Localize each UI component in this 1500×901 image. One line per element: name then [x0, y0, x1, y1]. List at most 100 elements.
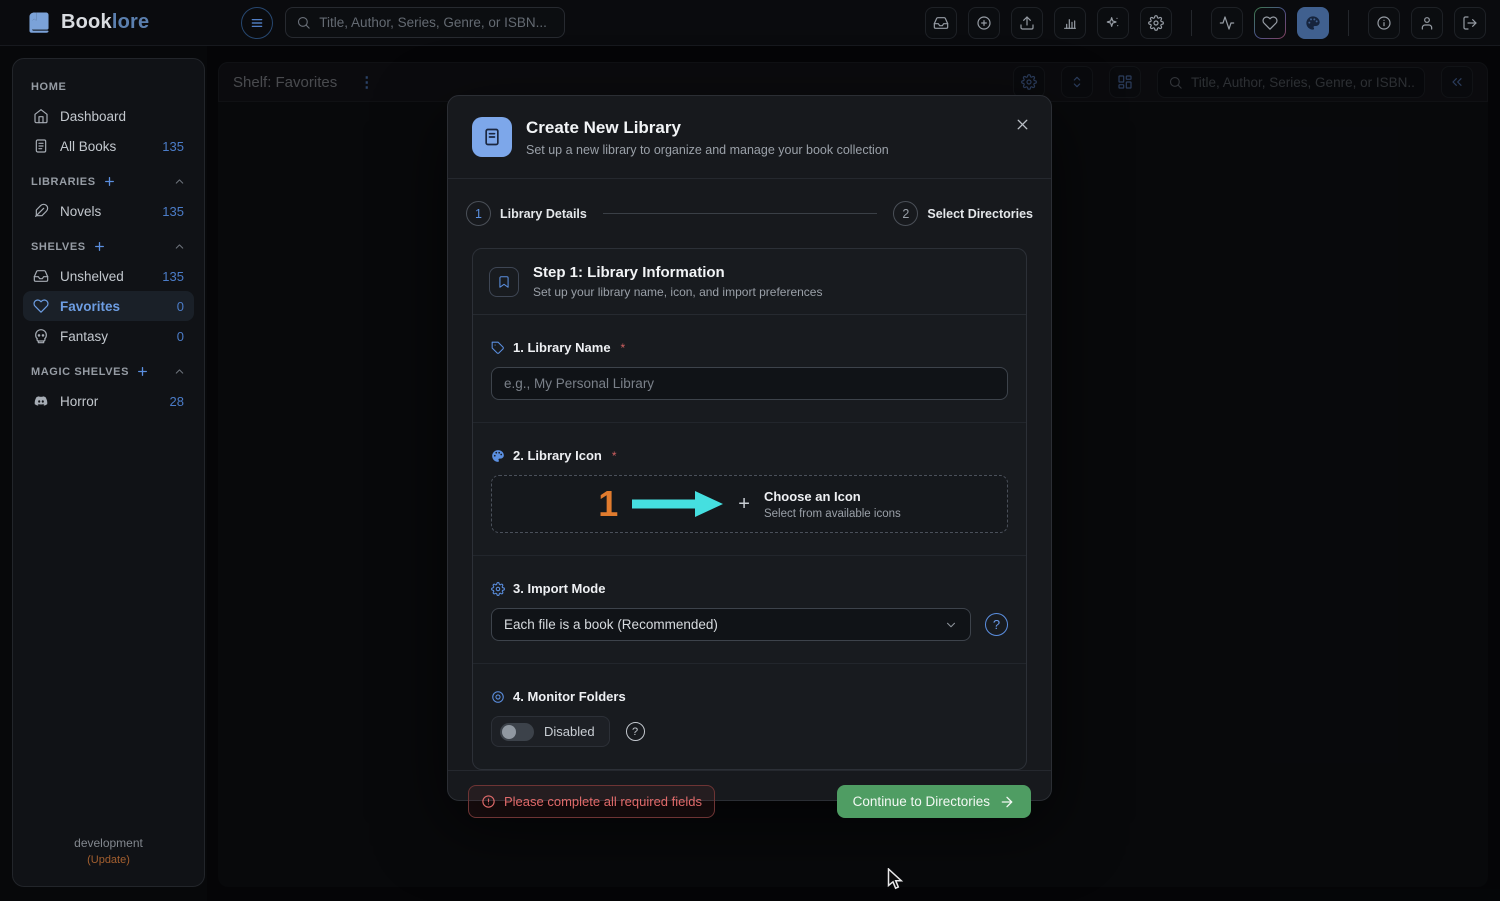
sidebar-item-label: Dashboard [60, 109, 126, 124]
brand-part2: lore [112, 11, 149, 33]
chevron-up-icon[interactable] [173, 175, 186, 188]
update-link[interactable]: (Update) [23, 854, 194, 866]
close-icon [1014, 116, 1031, 133]
activity-button[interactable] [1211, 7, 1243, 39]
sidebar-item-dashboard[interactable]: Dashboard [23, 101, 194, 131]
sidebar-item-all-books[interactable]: All Books 135 [23, 131, 194, 161]
menu-button[interactable] [241, 7, 273, 39]
annotation-arrow-icon [632, 490, 724, 518]
toggle-switch-off [500, 723, 534, 741]
search-icon [296, 15, 311, 30]
section-title-magic-shelves: MAGIC SHELVES [31, 366, 129, 378]
library-name-section: 1. Library Name * [473, 315, 1026, 423]
feather-icon [33, 203, 49, 219]
sidebar-item-label: Unshelved [60, 269, 124, 284]
global-search-input[interactable] [319, 15, 554, 30]
import-mode-help-icon[interactable]: ? [985, 613, 1008, 636]
import-mode-select[interactable]: Each file is a book (Recommended) [491, 608, 971, 641]
choose-icon-button[interactable]: 1 + Choose an Icon Select from available… [491, 475, 1008, 533]
upload-icon [1019, 15, 1035, 31]
inbox-button[interactable] [925, 7, 957, 39]
modal-footer: Please complete all required fields Cont… [448, 770, 1051, 832]
topbar-actions [925, 7, 1486, 39]
booklore-logo-icon [26, 10, 52, 36]
add-book-button[interactable] [968, 7, 1000, 39]
info-icon [1376, 15, 1392, 31]
inbox-icon [933, 15, 949, 31]
theme-button[interactable] [1297, 7, 1329, 39]
choose-icon-title: Choose an Icon [764, 489, 901, 504]
brand-part1: Book [61, 11, 112, 33]
library-icon-section: 2. Library Icon * 1 + Choose an Icon Sel… [473, 423, 1026, 556]
annotation-step-number: 1 [598, 486, 618, 522]
theme-palette-icon [1305, 15, 1321, 31]
required-marker: * [612, 449, 617, 463]
menu-icon [249, 15, 265, 31]
tag-icon [491, 341, 505, 355]
stats-button[interactable] [1054, 7, 1086, 39]
stats-icon [1062, 15, 1078, 31]
favorites-button[interactable] [1254, 7, 1286, 39]
plus-icon: + [738, 493, 750, 516]
sparkles-icon [1105, 15, 1121, 31]
activity-icon [1219, 15, 1235, 31]
sidebar-footer: development (Update) [23, 836, 194, 872]
continue-button[interactable]: Continue to Directories [837, 785, 1031, 818]
section-title-libraries: LIBRARIES [31, 176, 96, 188]
heart-icon [33, 298, 49, 314]
item-count: 28 [170, 394, 184, 409]
magic-button[interactable] [1097, 7, 1129, 39]
sidebar-item-fantasy[interactable]: Fantasy 0 [23, 321, 194, 351]
environment-label: development [23, 836, 194, 850]
home-icon [33, 108, 49, 124]
sidebar-item-horror[interactable]: Horror 28 [23, 386, 194, 416]
upload-button[interactable] [1011, 7, 1043, 39]
bookmark-icon [489, 267, 519, 297]
sidebar-item-label: Favorites [60, 299, 120, 314]
sidebar-item-label: Fantasy [60, 329, 108, 344]
step-2-label: Select Directories [927, 207, 1033, 221]
global-search [285, 7, 565, 38]
sidebar-item-label: All Books [60, 139, 116, 154]
card-subtitle: Set up your library name, icon, and impo… [533, 285, 822, 299]
sidebar-item-unshelved[interactable]: Unshelved 135 [23, 261, 194, 291]
section-title-home: HOME [31, 81, 66, 93]
alert-circle-icon [481, 794, 496, 809]
add-library-icon[interactable] [103, 175, 116, 188]
close-button[interactable] [1014, 116, 1031, 133]
section-title-shelves: SHELVES [31, 241, 86, 253]
sidebar-item-favorites[interactable]: Favorites 0 [23, 291, 194, 321]
add-shelf-icon[interactable] [93, 240, 106, 253]
info-button[interactable] [1368, 7, 1400, 39]
user-button[interactable] [1411, 7, 1443, 39]
toggle-state-label: Disabled [544, 724, 595, 739]
monitor-disc-icon [491, 690, 505, 704]
card-title: Step 1: Library Information [533, 264, 822, 281]
create-library-modal: Create New Library Set up a new library … [447, 95, 1052, 801]
step-1-label: Library Details [500, 207, 587, 221]
brand[interactable]: Booklore [26, 10, 149, 36]
modal-title: Create New Library [526, 118, 889, 138]
palette-icon [491, 449, 505, 463]
sidebar-item-label: Horror [60, 394, 98, 409]
chevron-up-icon[interactable] [173, 365, 186, 378]
chevron-up-icon[interactable] [173, 240, 186, 253]
monitor-toggle[interactable]: Disabled [491, 716, 610, 747]
monitor-folders-section: 4. Monitor Folders Disabled ? [473, 664, 1026, 769]
add-magic-shelf-icon[interactable] [136, 365, 149, 378]
settings-icon [491, 582, 505, 596]
logout-button[interactable] [1454, 7, 1486, 39]
step-2-circle: 2 [893, 201, 918, 226]
settings-button[interactable] [1140, 7, 1172, 39]
library-book-icon [472, 117, 512, 157]
item-count: 135 [162, 269, 184, 284]
sidebar-section-shelves: SHELVES Unshelved 135 Favorites 0 Fantas… [23, 236, 194, 351]
monitor-help-icon[interactable]: ? [626, 722, 645, 741]
divider [1348, 10, 1349, 36]
import-mode-section: 3. Import Mode Each file is a book (Reco… [473, 556, 1026, 664]
sidebar-item-novels[interactable]: Novels 135 [23, 196, 194, 226]
sidebar-section-libraries: LIBRARIES Novels 135 [23, 171, 194, 226]
heart-icon [1262, 15, 1278, 31]
library-name-input[interactable] [491, 367, 1008, 400]
card-header: Step 1: Library Information Set up your … [473, 249, 1026, 315]
